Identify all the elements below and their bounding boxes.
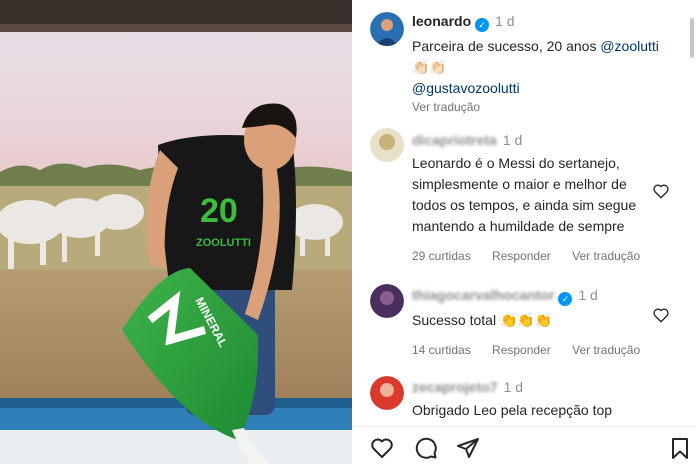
- commenter-avatar[interactable]: [370, 284, 404, 318]
- commenter-username[interactable]: zecaprojeto7: [412, 379, 498, 395]
- commenter-avatar[interactable]: [370, 376, 404, 410]
- caption-text: Parceira de sucesso, 20 anos: [412, 38, 597, 54]
- likes-count[interactable]: 14 curtidas: [412, 343, 471, 357]
- bookmark-icon[interactable]: [668, 436, 692, 460]
- shirt-number: 20: [200, 192, 238, 230]
- author-avatar[interactable]: [370, 12, 404, 46]
- post-action-bar: [352, 426, 696, 464]
- caption-emoji: 👏🏻👏🏻: [412, 59, 447, 75]
- verified-icon: ✓: [558, 292, 573, 306]
- comment-item: thiagocarvalhocantor ✓ 1 d Sucesso total 👏…: [370, 284, 670, 357]
- share-icon[interactable]: [456, 436, 480, 460]
- verified-icon: ✓: [475, 18, 490, 32]
- shirt-brand: ZOOLUTTI: [196, 237, 251, 249]
- comment-text: Leonardo é o Messi do sertanejo, simples…: [412, 155, 637, 234]
- author-username[interactable]: leonardo: [412, 13, 471, 29]
- reply-button[interactable]: Responder: [492, 249, 551, 263]
- heart-icon[interactable]: [370, 436, 394, 460]
- caption-mention[interactable]: @zoolutti: [600, 38, 659, 54]
- post-caption: leonardo ✓ 1 d Parceira de sucesso, 20 ano…: [370, 12, 670, 115]
- caption-mention-2[interactable]: @gustavozoolutti: [412, 78, 670, 99]
- commenter-username[interactable]: thiagocarvalhocantor: [412, 287, 554, 303]
- likes-count[interactable]: 29 curtidas: [412, 249, 471, 263]
- reply-button[interactable]: Responder: [492, 343, 551, 357]
- scrollbar[interactable]: [690, 18, 694, 58]
- heart-icon[interactable]: [652, 182, 670, 200]
- heart-icon[interactable]: [652, 306, 670, 324]
- comment-item: zecaprojeto7 1 d Obrigado Leo pela recepç…: [370, 376, 670, 424]
- comment-time: 1 d: [578, 287, 598, 303]
- comment-text: Sucesso total 👏👏👏: [412, 312, 553, 328]
- comment-icon[interactable]: [414, 436, 438, 460]
- post-photo[interactable]: 20 ZOOLUTTI MINERAL: [0, 0, 352, 464]
- translate-link[interactable]: Ver tradução: [572, 343, 640, 357]
- comments-panel: leonardo ✓ 1 d Parceira de sucesso, 20 ano…: [352, 0, 696, 464]
- commenter-avatar[interactable]: [370, 128, 404, 162]
- comment-time: 1 d: [502, 132, 523, 148]
- post-time: 1 d: [495, 13, 515, 29]
- comment-time: 1 d: [503, 379, 524, 395]
- translate-link[interactable]: Ver tradução: [572, 249, 640, 263]
- translate-link[interactable]: Ver tradução: [412, 99, 670, 115]
- post-image: 20 ZOOLUTTI MINERAL: [0, 0, 352, 464]
- commenter-username[interactable]: dicapriotreta: [412, 132, 497, 148]
- comment-text: Obrigado Leo pela recepção top: [412, 402, 613, 418]
- comment-item: dicapriotreta 1 d Leonardo é o Messi do s…: [370, 128, 670, 263]
